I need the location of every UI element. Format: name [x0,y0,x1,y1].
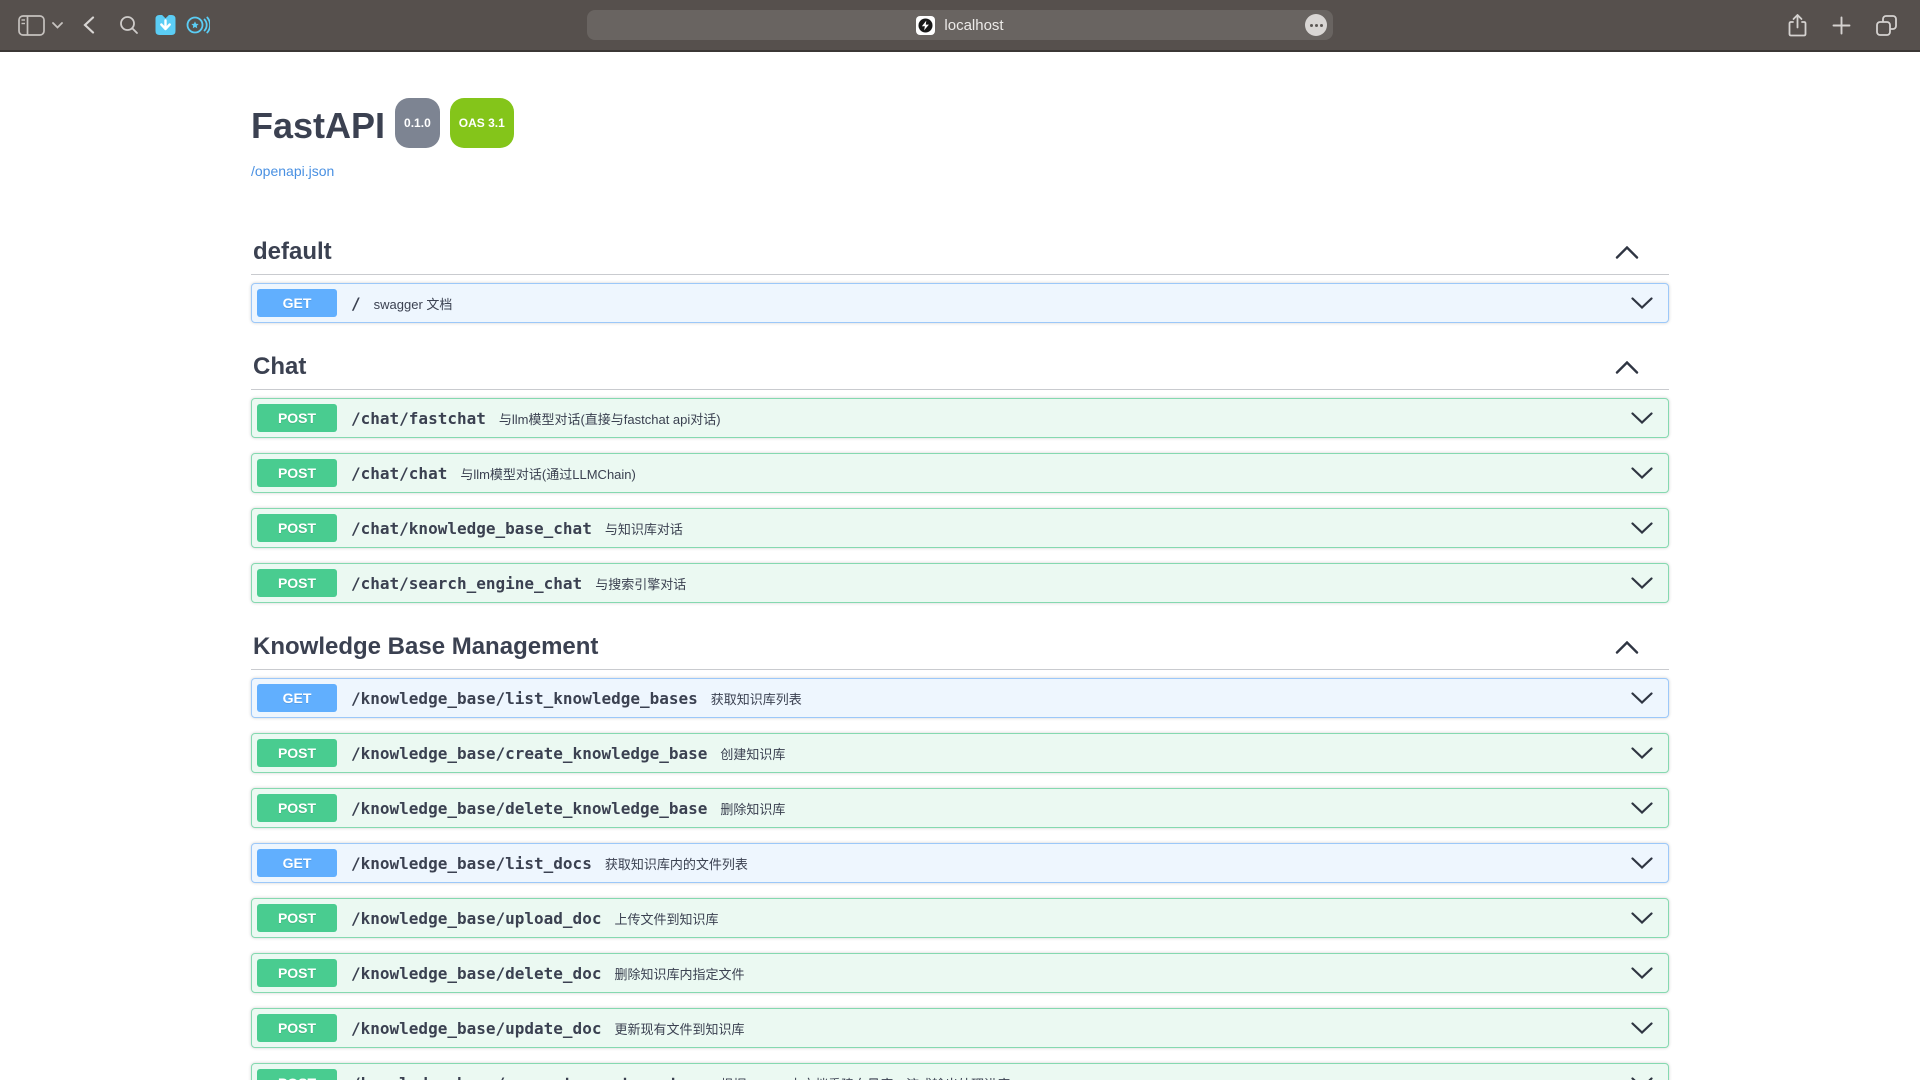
method-badge: POST [257,904,337,932]
operation-path: /chat/search_engine_chat [351,574,582,593]
method-badge: POST [257,1069,337,1080]
method-badge: POST [257,1014,337,1042]
operation-path: /chat/fastchat [351,409,486,428]
operation-row[interactable]: POST /knowledge_base/create_knowledge_ba… [251,733,1669,773]
chevron-down-icon[interactable] [1631,412,1653,424]
operation-row[interactable]: POST /knowledge_base/delete_knowledge_ba… [251,788,1669,828]
method-badge: GET [257,849,337,877]
extension-live-icon[interactable] [186,14,210,36]
operation-path: /knowledge_base/list_docs [351,854,592,873]
operation-summary: 上传文件到知识库 [614,909,718,928]
page-title: FastAPI0.1.0OAS 3.1 [251,104,1669,159]
operation-row[interactable]: POST /chat/chat 与llm模型对话(通过LLMChain) [251,453,1669,493]
operation-summary: 删除知识库内指定文件 [614,964,744,983]
tab-overview-icon[interactable] [1875,14,1898,37]
method-badge: POST [257,959,337,987]
method-badge: POST [257,569,337,597]
chevron-down-icon[interactable] [1631,692,1653,704]
chevron-down-icon[interactable] [1631,747,1653,759]
operation-path: /knowledge_base/delete_doc [351,964,601,983]
method-badge: POST [257,459,337,487]
section-title: default [253,238,332,266]
chevron-down-icon[interactable] [1631,577,1653,589]
fastapi-favicon [916,16,935,35]
api-title-text: FastAPI [251,105,385,146]
page-settings-button[interactable] [1305,14,1327,36]
section-header-default[interactable]: default [251,223,1669,275]
chevron-up-icon[interactable] [1615,641,1639,654]
swagger-page: FastAPI0.1.0OAS 3.1 /openapi.json defaul… [251,52,1669,1080]
section-header-knowledge-base[interactable]: Knowledge Base Management [251,618,1669,670]
section-title: Chat [253,353,306,381]
chevron-down-icon[interactable] [1631,912,1653,924]
operation-path: /knowledge_base/list_knowledge_bases [351,689,698,708]
chevron-down-icon[interactable] [1631,857,1653,869]
operation-path: /knowledge_base/update_doc [351,1019,601,1038]
operation-summary: 与llm模型对话(通过LLMChain) [460,464,636,483]
sidebar-toggle-icon[interactable] [18,15,45,36]
chevron-up-icon[interactable] [1615,246,1639,259]
section-default: default GET / swagger 文档 [251,223,1669,323]
section-title: Knowledge Base Management [253,633,598,661]
operation-row[interactable]: GET /knowledge_base/list_knowledge_bases… [251,678,1669,718]
method-badge: GET [257,684,337,712]
operation-summary: 与知识库对话 [605,519,683,538]
chevron-up-icon[interactable] [1615,361,1639,374]
chevron-down-icon[interactable] [1631,467,1653,479]
operation-summary: 更新现有文件到知识库 [614,1019,744,1038]
operation-path: / [351,294,361,313]
operation-row[interactable]: POST /knowledge_base/upload_doc 上传文件到知识库 [251,898,1669,938]
section-header-chat[interactable]: Chat [251,338,1669,390]
operation-path: /knowledge_base/recreate_vector_store [351,1074,707,1080]
method-badge: POST [257,739,337,767]
operation-summary: 与llm模型对话(直接与fastchat api对话) [499,409,721,428]
chevron-down-icon[interactable] [1631,802,1653,814]
operation-path: /knowledge_base/upload_doc [351,909,601,928]
share-icon[interactable] [1787,13,1808,38]
method-badge: POST [257,404,337,432]
section-chat: Chat POST /chat/fastchat 与llm模型对话(直接与fas… [251,338,1669,603]
version-badge: 0.1.0 [395,98,440,148]
openapi-json-link[interactable]: /openapi.json [251,163,334,179]
new-tab-icon[interactable] [1832,16,1851,35]
back-icon[interactable] [83,16,95,34]
operation-row[interactable]: GET /knowledge_base/list_docs 获取知识库内的文件列… [251,843,1669,883]
operation-path: /chat/knowledge_base_chat [351,519,592,538]
operation-summary: 获取知识库列表 [711,689,802,708]
chevron-down-icon[interactable] [1631,297,1653,309]
method-badge: POST [257,794,337,822]
operation-row[interactable]: POST /chat/search_engine_chat 与搜索引擎对话 [251,563,1669,603]
sidebar-chevron-icon[interactable] [52,22,63,29]
operation-summary: 创建知识库 [720,744,785,763]
method-badge: POST [257,514,337,542]
method-badge: GET [257,289,337,317]
address-bar[interactable]: localhost [587,10,1333,40]
operation-row[interactable]: POST /knowledge_base/recreate_vector_sto… [251,1063,1669,1080]
operation-row[interactable]: POST /chat/fastchat 与llm模型对话(直接与fastchat… [251,398,1669,438]
url-text: localhost [944,17,1003,34]
section-knowledge-base: Knowledge Base Management GET /knowledge… [251,618,1669,1080]
operation-row[interactable]: GET / swagger 文档 [251,283,1669,323]
operation-summary: 删除知识库 [720,799,785,818]
operation-path: /chat/chat [351,464,447,483]
operation-summary: 与搜索引擎对话 [595,574,686,593]
browser-toolbar: localhost [0,0,1920,52]
operation-row[interactable]: POST /chat/knowledge_base_chat 与知识库对话 [251,508,1669,548]
operation-summary: 获取知识库内的文件列表 [605,854,748,873]
operation-row[interactable]: POST /knowledge_base/update_doc 更新现有文件到知… [251,1008,1669,1048]
chevron-down-icon[interactable] [1631,522,1653,534]
chevron-down-icon[interactable] [1631,967,1653,979]
oas-badge: OAS 3.1 [450,98,514,148]
operation-summary: swagger 文档 [374,294,453,313]
operation-summary: 根据content中文档重建向量库，流式输出处理进度。 [720,1074,1023,1080]
operation-path: /knowledge_base/create_knowledge_base [351,744,707,763]
extension-save-icon[interactable] [154,14,177,36]
search-icon[interactable] [119,15,139,35]
operation-row[interactable]: POST /knowledge_base/delete_doc 删除知识库内指定… [251,953,1669,993]
operation-path: /knowledge_base/delete_knowledge_base [351,799,707,818]
chevron-down-icon[interactable] [1631,1022,1653,1034]
info-block: FastAPI0.1.0OAS 3.1 /openapi.json [251,104,1669,181]
